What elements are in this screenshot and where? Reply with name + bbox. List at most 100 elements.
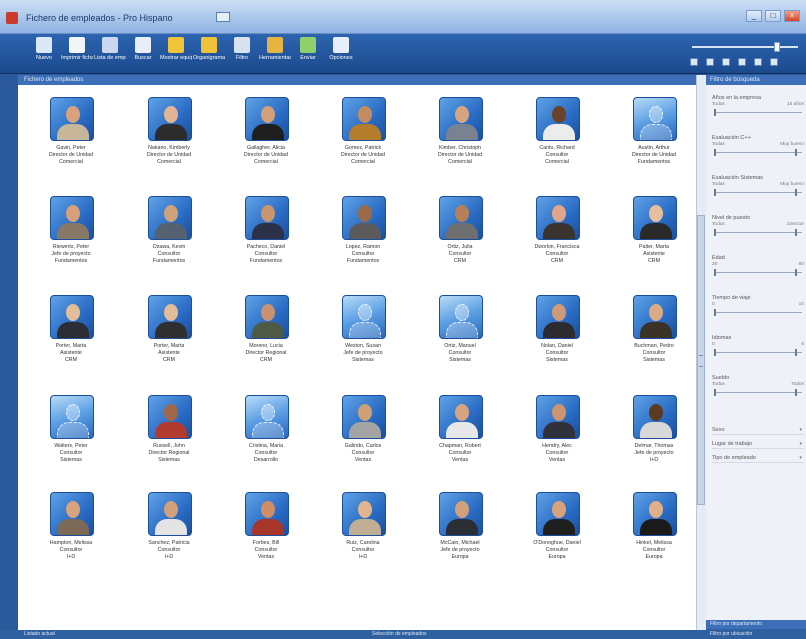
employee-dept: Ventas bbox=[354, 456, 372, 463]
employee-name: Forbes, Bill bbox=[252, 540, 280, 546]
employee-dept: CRM bbox=[162, 356, 176, 363]
employee-card[interactable]: Weston, Susan Jefe de proyecto Sistemas bbox=[322, 295, 404, 391]
employee-caption: Kimber, Christoph Director de Unidad Comer… bbox=[419, 145, 501, 165]
view-mode-2-icon[interactable] bbox=[706, 58, 714, 66]
range-min-handle[interactable] bbox=[714, 189, 716, 196]
range-filter-title: Años en la empresa bbox=[712, 95, 761, 101]
range-max-handle[interactable] bbox=[795, 349, 798, 356]
employee-card[interactable]: Galindo, Carlos Consultor Ventas bbox=[322, 395, 404, 491]
range-slider[interactable] bbox=[712, 268, 804, 276]
minimize-button[interactable]: _ bbox=[746, 10, 762, 22]
employee-role: Consultor bbox=[254, 546, 278, 553]
toolbar-button-9[interactable]: Opciones bbox=[325, 37, 357, 71]
employee-card[interactable]: Hendry, Alec Consultor Ventas bbox=[516, 395, 598, 491]
toolbar-button-1[interactable]: Imprimir ficha bbox=[61, 37, 93, 71]
employee-card[interactable]: Buchman, Pedro Consultor Sistemas bbox=[613, 295, 695, 391]
view-mode-5-icon[interactable] bbox=[754, 58, 762, 66]
employee-card[interactable]: Palter, Marta Asistente CRM bbox=[613, 196, 695, 292]
range-slider[interactable] bbox=[712, 148, 804, 156]
range-min-handle[interactable] bbox=[714, 389, 716, 396]
team-icon bbox=[168, 37, 184, 53]
maximize-button[interactable]: □ bbox=[765, 10, 781, 22]
employee-card[interactable]: Moreno, Lucia Director Regional CRM bbox=[225, 295, 307, 391]
employee-card[interactable]: Dworkin, Francisca Consultor CRM bbox=[516, 196, 598, 292]
range-slider[interactable] bbox=[712, 228, 804, 236]
toolbar-button-8[interactable]: Enviar bbox=[292, 37, 324, 71]
view-mode-3-icon[interactable] bbox=[722, 58, 730, 66]
employee-card[interactable]: Nolan, Daniel Consultor Sistemas bbox=[516, 295, 598, 391]
view-mode-1-icon[interactable] bbox=[690, 58, 698, 66]
employee-card[interactable]: Cristina, Maria Consultor Desarrollo bbox=[225, 395, 307, 491]
range-slider[interactable] bbox=[712, 388, 804, 396]
employee-name: Palter, Marta bbox=[638, 244, 670, 250]
toolbar-button-label: Organigrama bbox=[193, 55, 225, 61]
range-max-handle[interactable] bbox=[714, 309, 716, 316]
employee-card[interactable]: Hinkel, Melissa Consultor Europa bbox=[613, 492, 695, 588]
zoom-slider-track[interactable] bbox=[692, 46, 798, 48]
employee-card[interactable]: Austin, Arthur Director de Unidad Fundamen… bbox=[613, 97, 695, 193]
employee-card[interactable]: Ortiz, Julia Consultor CRM bbox=[419, 196, 501, 292]
range-slider[interactable] bbox=[712, 108, 804, 116]
range-min-handle[interactable] bbox=[714, 269, 716, 276]
view-mode-6-icon[interactable] bbox=[770, 58, 778, 66]
toolbar-button-5[interactable]: Organigrama bbox=[193, 37, 225, 71]
filter-dropdown[interactable]: Sexo ▾ bbox=[712, 425, 804, 435]
toolbar-button-7[interactable]: Herramientas bbox=[259, 37, 291, 71]
employee-dept: Ventas bbox=[451, 456, 469, 463]
filter-dropdown[interactable]: Tipo de empleado ▾ bbox=[712, 453, 804, 463]
employee-card[interactable]: Forbes, Bill Consultor Ventas bbox=[225, 492, 307, 588]
employee-dept: Fundamentos bbox=[249, 257, 283, 264]
range-min-handle[interactable] bbox=[714, 229, 716, 236]
range-max-handle[interactable] bbox=[795, 189, 798, 196]
range-max-handle[interactable] bbox=[714, 109, 716, 116]
toolbar-button-6[interactable]: Filtro bbox=[226, 37, 258, 71]
range-slider[interactable] bbox=[712, 188, 804, 196]
toolbar-button-3[interactable]: Buscar bbox=[127, 37, 159, 71]
range-max-handle[interactable] bbox=[795, 229, 798, 236]
print-icon bbox=[102, 37, 118, 53]
employee-card[interactable]: Gavin, Peter Director de Unidad Comercial bbox=[30, 97, 112, 193]
window-tab-icon[interactable] bbox=[216, 12, 230, 22]
employee-caption: Ruiz, Carolina Consultor I+D bbox=[322, 540, 404, 560]
employee-card[interactable]: Lopez, Ramon Consultor Fundamentos bbox=[322, 196, 404, 292]
zoom-slider-knob[interactable] bbox=[774, 42, 780, 52]
range-min-handle[interactable] bbox=[714, 149, 716, 156]
employee-card[interactable]: Kimber, Christoph Director de Unidad Comer… bbox=[419, 97, 501, 193]
employee-card[interactable]: Hampton, Melissa Consultor I+D bbox=[30, 492, 112, 588]
close-button[interactable]: × bbox=[784, 10, 800, 22]
employee-card[interactable]: Porter, Marta Asistente CRM bbox=[30, 295, 112, 391]
employee-card[interactable]: Riewerts, Peter Jefe de proyecto Fundament… bbox=[30, 196, 112, 292]
range-slider[interactable] bbox=[712, 308, 804, 316]
employee-card[interactable]: Walters, Peter Consultor Sistemas bbox=[30, 395, 112, 491]
toolbar-button-0[interactable]: Nuevo bbox=[28, 37, 60, 71]
employee-card[interactable]: Ruiz, Carolina Consultor I+D bbox=[322, 492, 404, 588]
employee-card[interactable]: Gallagher, Alicia Director de Unidad Comer… bbox=[225, 97, 307, 193]
range-max-handle[interactable] bbox=[795, 149, 798, 156]
range-slider[interactable] bbox=[712, 348, 804, 356]
department-filter-bar[interactable]: Filtro por departamento bbox=[706, 620, 806, 629]
toolbar-button-2[interactable]: Lista de empleados bbox=[94, 37, 126, 71]
range-max-handle[interactable] bbox=[795, 389, 798, 396]
employee-card[interactable]: Ortiz, Manuel Consultor Sistemas bbox=[419, 295, 501, 391]
filter-dropdown[interactable]: Lugar de trabajo ▾ bbox=[712, 439, 804, 449]
employee-card[interactable]: Pacheco, Daniel Consultor Fundamentos bbox=[225, 196, 307, 292]
employee-card[interactable]: Gomez, Patrick Director de Unidad Comercia… bbox=[322, 97, 404, 193]
employee-caption: Dworkin, Francisca Consultor CRM bbox=[516, 244, 598, 264]
employee-card[interactable]: Sanchez, Patricia Consultor I+D bbox=[128, 492, 210, 588]
employee-card[interactable]: Ozawa, Kevin Consultor Fundamentos bbox=[128, 196, 210, 292]
employee-dept: Europa bbox=[548, 553, 566, 560]
title-bar: Fichero de empleados - Pro Hispano _ □ × bbox=[0, 0, 806, 34]
range-min-handle[interactable] bbox=[714, 349, 716, 356]
employee-card[interactable]: Porter, Marta Asistente CRM bbox=[128, 295, 210, 391]
employee-card[interactable]: Cantu, Richard Consultor Comercial bbox=[516, 97, 598, 193]
view-mode-4-icon[interactable] bbox=[738, 58, 746, 66]
range-max-handle[interactable] bbox=[795, 269, 798, 276]
toolbar-button-4[interactable]: Mostrar equipo bbox=[160, 37, 192, 71]
employee-card[interactable]: Chapman, Robert Consultor Ventas bbox=[419, 395, 501, 491]
employee-card[interactable]: Nakano, Kimberly Director de Unidad Comerc… bbox=[128, 97, 210, 193]
location-filter-bar[interactable]: Filtro por ubicación bbox=[706, 629, 806, 639]
employee-card[interactable]: McCain, Michael Jefe de proyecto Europa bbox=[419, 492, 501, 588]
employee-card[interactable]: Delmar, Thomas Jefe de proyecto I+D bbox=[613, 395, 695, 491]
employee-card[interactable]: O'Donoghue, Daniel Consultor Europa bbox=[516, 492, 598, 588]
employee-card[interactable]: Russell, John Director Regional Sistemas bbox=[128, 395, 210, 491]
